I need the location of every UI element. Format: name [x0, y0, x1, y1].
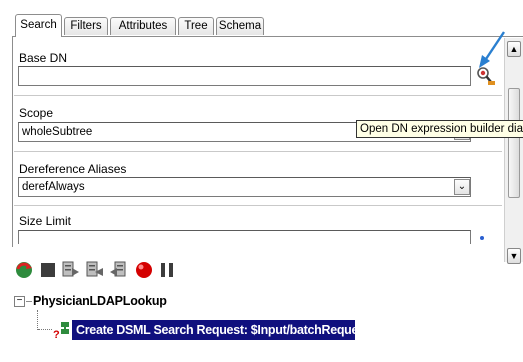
tab-search[interactable]: Search: [15, 14, 62, 37]
base-dn-input[interactable]: [18, 66, 471, 86]
dsml-activity-icon: ?: [53, 321, 71, 341]
annotation-arrow-icon: [476, 30, 506, 70]
step-over-icon[interactable]: [61, 260, 81, 280]
refresh-icon[interactable]: [14, 260, 34, 280]
dereference-dropdown-button[interactable]: ⌄: [454, 179, 470, 195]
dn-builder-tooltip: Open DN expression builder dialog: [356, 120, 523, 138]
divider: [14, 95, 502, 96]
pause-icon[interactable]: [157, 260, 177, 280]
tree-connector: [37, 310, 39, 330]
breakpoint-icon[interactable]: [134, 260, 154, 280]
cursor-dot: [480, 236, 484, 240]
dereference-aliases-label: Dereference Aliases: [19, 162, 127, 176]
size-limit-input[interactable]: [18, 230, 471, 244]
step-out-icon[interactable]: [109, 260, 129, 280]
divider: [14, 151, 502, 152]
scope-label: Scope: [19, 106, 54, 120]
svg-text:?: ?: [53, 329, 60, 339]
divider: [14, 205, 502, 206]
tree-collapse-toggle[interactable]: −: [14, 296, 25, 307]
tree-connector: [26, 301, 32, 302]
scroll-thumb[interactable]: [508, 88, 520, 198]
size-limit-label: Size Limit: [19, 214, 72, 228]
dereference-aliases-select[interactable]: derefAlways: [18, 177, 471, 197]
tree-connector: [38, 329, 52, 331]
scroll-down-button[interactable]: ▼: [507, 248, 521, 264]
base-dn-label: Base DN: [19, 51, 68, 65]
stop-square-icon[interactable]: [38, 260, 58, 280]
step-into-icon[interactable]: [85, 260, 105, 280]
scroll-up-button[interactable]: ▲: [507, 41, 521, 57]
tab-filters[interactable]: Filters: [64, 17, 108, 35]
tab-attributes[interactable]: Attributes: [110, 17, 176, 35]
tab-tree[interactable]: Tree: [178, 17, 214, 35]
tree-item-selected[interactable]: Create DSML Search Request: $Input/batch…: [72, 320, 355, 340]
tab-schema[interactable]: Schema: [216, 17, 264, 35]
vertical-scrollbar[interactable]: ▲ ▼: [504, 38, 523, 264]
tree-root-label[interactable]: PhysicianLDAPLookup: [33, 294, 167, 308]
size-limit-clip: [18, 230, 471, 244]
